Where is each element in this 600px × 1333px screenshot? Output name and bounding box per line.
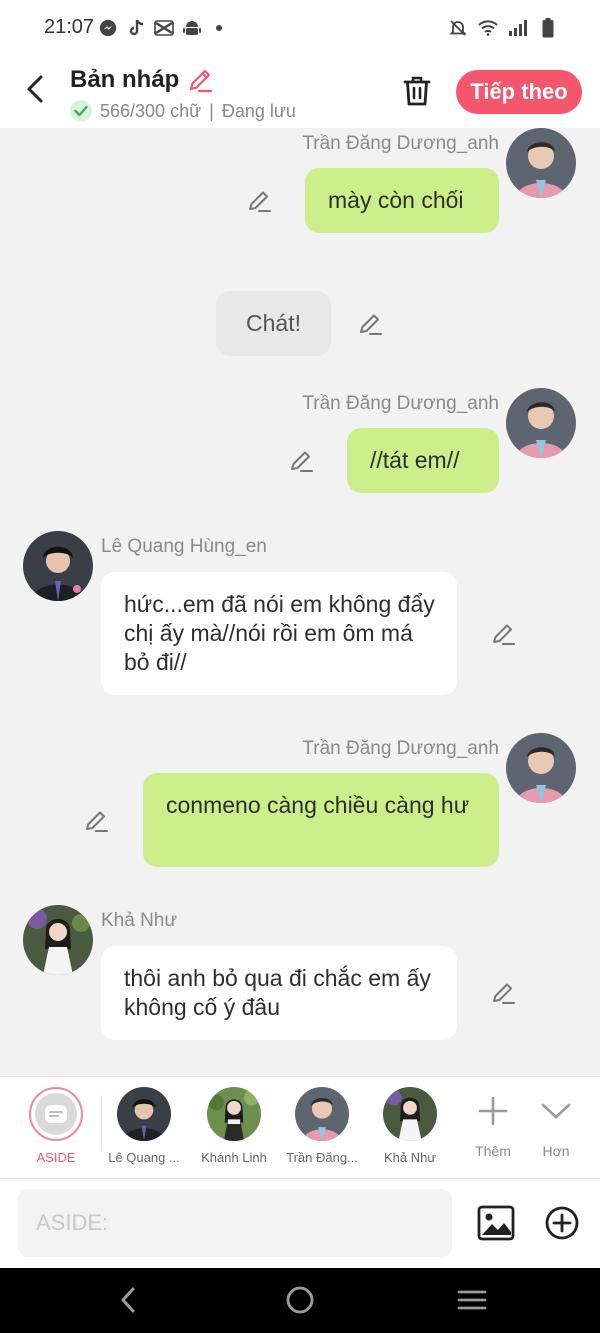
wifi-icon <box>478 18 498 38</box>
draft-title: Bản nháp <box>70 66 180 93</box>
message-bubble[interactable]: conmeno càng chiều càng hư <box>143 773 499 867</box>
character-tran-dang-duong[interactable]: Trần Đăng... <box>284 1087 360 1165</box>
add-button[interactable] <box>542 1203 582 1243</box>
nav-menu-button[interactable] <box>452 1282 492 1318</box>
speaker-name: Trần Đăng Dương_anh <box>302 738 499 759</box>
word-count: 566/300 chữ <box>100 100 202 121</box>
insert-image-button[interactable] <box>476 1203 516 1243</box>
edit-pencil-icon[interactable] <box>288 448 314 474</box>
add-label: Thêm <box>475 1143 511 1159</box>
speaker-name: Trần Đăng Dương_anh <box>302 393 499 414</box>
character-le-quang-hung[interactable]: Lê Quang ... <box>106 1087 182 1165</box>
avatar-kha-nhu[interactable] <box>23 905 93 975</box>
edit-pencil-icon[interactable] <box>83 808 109 834</box>
edit-pencil-icon[interactable] <box>490 980 516 1006</box>
page-title: Bản nháp <box>70 66 213 94</box>
back-button[interactable] <box>18 72 52 106</box>
back-chevron-icon <box>121 1287 135 1313</box>
character-selector: ASIDE Lê Quang ... Khánh Linh Trần Đăng.… <box>0 1076 600 1179</box>
narration-bubble[interactable]: Chát! <box>216 291 331 356</box>
message-bubble[interactable]: hức...em đã nói em không đẩy chị ấy mà//… <box>101 572 457 695</box>
character-label: ASIDE <box>36 1150 76 1165</box>
avatar <box>117 1087 171 1141</box>
edit-pencil-icon[interactable] <box>490 621 516 647</box>
more-label: Hơn <box>542 1143 570 1159</box>
message-bubble[interactable]: thôi anh bỏ qua đi chắc em ấy không cố ý… <box>101 946 457 1040</box>
avatar-le-quang-hung[interactable] <box>23 531 93 601</box>
composer <box>0 1178 600 1269</box>
check-icon <box>70 100 92 122</box>
avatar-tran-dang-duong[interactable] <box>506 128 576 198</box>
status-time: 21:07 <box>44 16 95 38</box>
message-input[interactable] <box>18 1189 452 1257</box>
plus-icon <box>478 1096 508 1126</box>
speaker-name: Lê Quang Hùng_en <box>101 536 267 557</box>
edit-pencil-icon[interactable] <box>246 188 272 214</box>
aside-avatar <box>29 1087 83 1141</box>
character-label: Khả Như <box>383 1150 437 1165</box>
next-button[interactable]: Tiếp theo <box>456 70 582 114</box>
character-label: Khánh Linh <box>201 1150 267 1165</box>
trash-icon <box>403 76 431 106</box>
plus-circle-icon <box>545 1206 579 1240</box>
draft-status: 566/300 chữ | Đang lưu <box>70 100 296 122</box>
save-status: Đang lưu <box>221 100 296 121</box>
mute-icon <box>448 18 468 38</box>
character-kha-nhu[interactable]: Khả Như <box>372 1087 448 1165</box>
home-circle-icon <box>286 1286 314 1314</box>
character-khanh-linh[interactable]: Khánh Linh <box>196 1087 272 1165</box>
more-button[interactable]: Hơn <box>524 1091 588 1159</box>
status-separator: | <box>209 100 214 121</box>
image-icon <box>477 1205 515 1241</box>
chat-area[interactable]: Trần Đăng Dương_anh mày còn chối Chát! T… <box>0 128 600 1076</box>
delete-button[interactable] <box>398 72 436 110</box>
edit-pencil-icon[interactable] <box>357 311 383 337</box>
speaker-name: Trần Đăng Dương_anh <box>302 133 499 154</box>
chevron-left-icon <box>27 75 43 103</box>
status-bar: 21:07 <box>0 0 600 56</box>
avatar-tran-dang-duong[interactable] <box>506 733 576 803</box>
character-label: Trần Đăng... <box>286 1150 358 1165</box>
avatar <box>295 1087 349 1141</box>
divider <box>101 1095 102 1151</box>
speaker-name: Khả Như <box>101 910 178 931</box>
avatar <box>383 1087 437 1141</box>
edit-title-pencil-icon[interactable] <box>187 67 213 93</box>
message-bubble[interactable]: //tát em// <box>347 428 499 493</box>
app-header: Bản nháp 566/300 chữ | Đang lưu Tiếp the… <box>0 56 600 128</box>
character-aside[interactable]: ASIDE <box>18 1087 94 1165</box>
tiktok-icon <box>126 18 146 38</box>
battery-icon <box>538 18 558 38</box>
chevron-down-icon <box>541 1103 571 1119</box>
nav-back-button[interactable] <box>108 1282 148 1318</box>
notification-dot-icon <box>216 25 222 31</box>
avatar-tran-dang-duong[interactable] <box>506 388 576 458</box>
chat-bubble-icon <box>45 1105 67 1123</box>
nav-home-button[interactable] <box>280 1282 320 1318</box>
system-nav-bar <box>0 1268 600 1333</box>
menu-icon <box>457 1290 487 1310</box>
android-icon <box>182 18 202 38</box>
add-character-button[interactable]: Thêm <box>461 1091 525 1159</box>
character-label: Lê Quang ... <box>108 1150 180 1165</box>
capcut-icon <box>154 18 174 38</box>
message-bubble[interactable]: mày còn chối <box>305 168 499 233</box>
messenger-icon <box>98 18 118 38</box>
avatar <box>207 1087 261 1141</box>
signal-icon <box>508 18 528 38</box>
